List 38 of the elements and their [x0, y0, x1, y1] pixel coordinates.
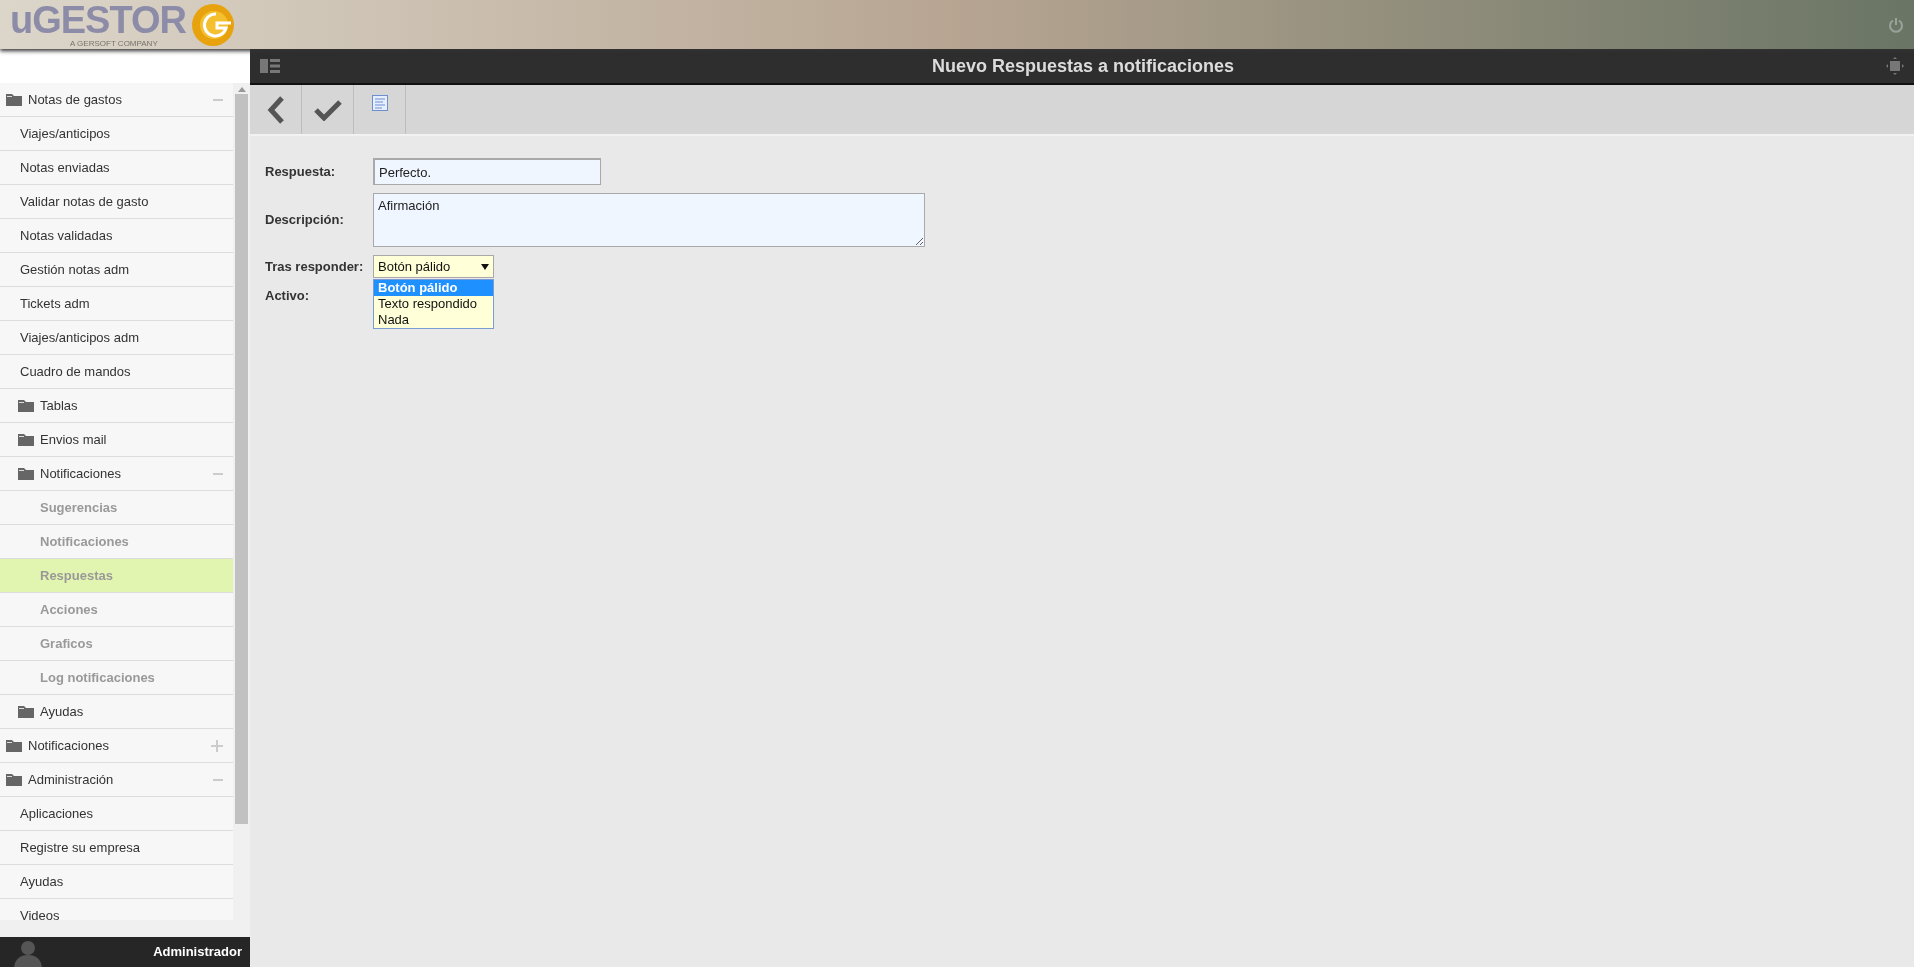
menu-folder[interactable]: Notas de gastos — [0, 83, 233, 117]
document-icon — [371, 95, 388, 111]
field-label: Descripción: — [265, 211, 345, 230]
move-icon[interactable] — [1886, 57, 1904, 75]
folder-icon — [6, 93, 22, 106]
user-name: Administrador — [153, 942, 242, 961]
logo-text: uGESTOR — [10, 1, 186, 39]
expand-icon[interactable] — [211, 739, 223, 752]
field-label: Respuesta: — [265, 162, 337, 181]
folder-icon — [6, 773, 22, 786]
scroll-up-icon[interactable] — [237, 87, 246, 92]
folder-icon — [18, 433, 34, 446]
logo-tagline: A GERSOFT COMPANY — [69, 39, 159, 48]
sidebar-toggle-icon[interactable] — [260, 59, 280, 73]
checkmark-icon — [313, 98, 342, 121]
dropdown-option[interactable]: Texto respondido — [374, 296, 493, 312]
select-field[interactable]: Botón pálido — [373, 255, 494, 278]
field-label: Tras responder: — [265, 257, 365, 276]
logo-icon — [190, 1, 236, 48]
folder-icon — [18, 467, 34, 480]
menu-folder[interactable]: Envios mail — [0, 423, 233, 457]
vertical-scrollbar[interactable] — [233, 83, 250, 920]
power-icon[interactable] — [1888, 16, 1904, 33]
menu-folder[interactable]: Tablas — [0, 389, 233, 423]
description-field[interactable]: Afirmación — [373, 193, 925, 247]
folder-icon — [18, 705, 34, 718]
folder-icon — [6, 739, 22, 752]
dropdown-caret-icon — [481, 263, 489, 270]
menu-folder[interactable]: Notificaciones — [0, 729, 233, 763]
text-field[interactable]: Perfecto. — [373, 158, 601, 185]
horizontal-scrollbar[interactable] — [0, 920, 250, 937]
menu-folder[interactable]: Notificaciones — [0, 457, 233, 491]
menu-folder[interactable]: Administración — [0, 763, 233, 797]
field-label: Activo: — [265, 287, 311, 305]
folder-icon — [18, 399, 34, 412]
page-title: Nuevo Respuestas a notificaciones — [931, 54, 1235, 78]
menu-folder[interactable]: Ayudas — [0, 695, 233, 729]
dropdown-option[interactable]: Nada — [374, 312, 493, 328]
